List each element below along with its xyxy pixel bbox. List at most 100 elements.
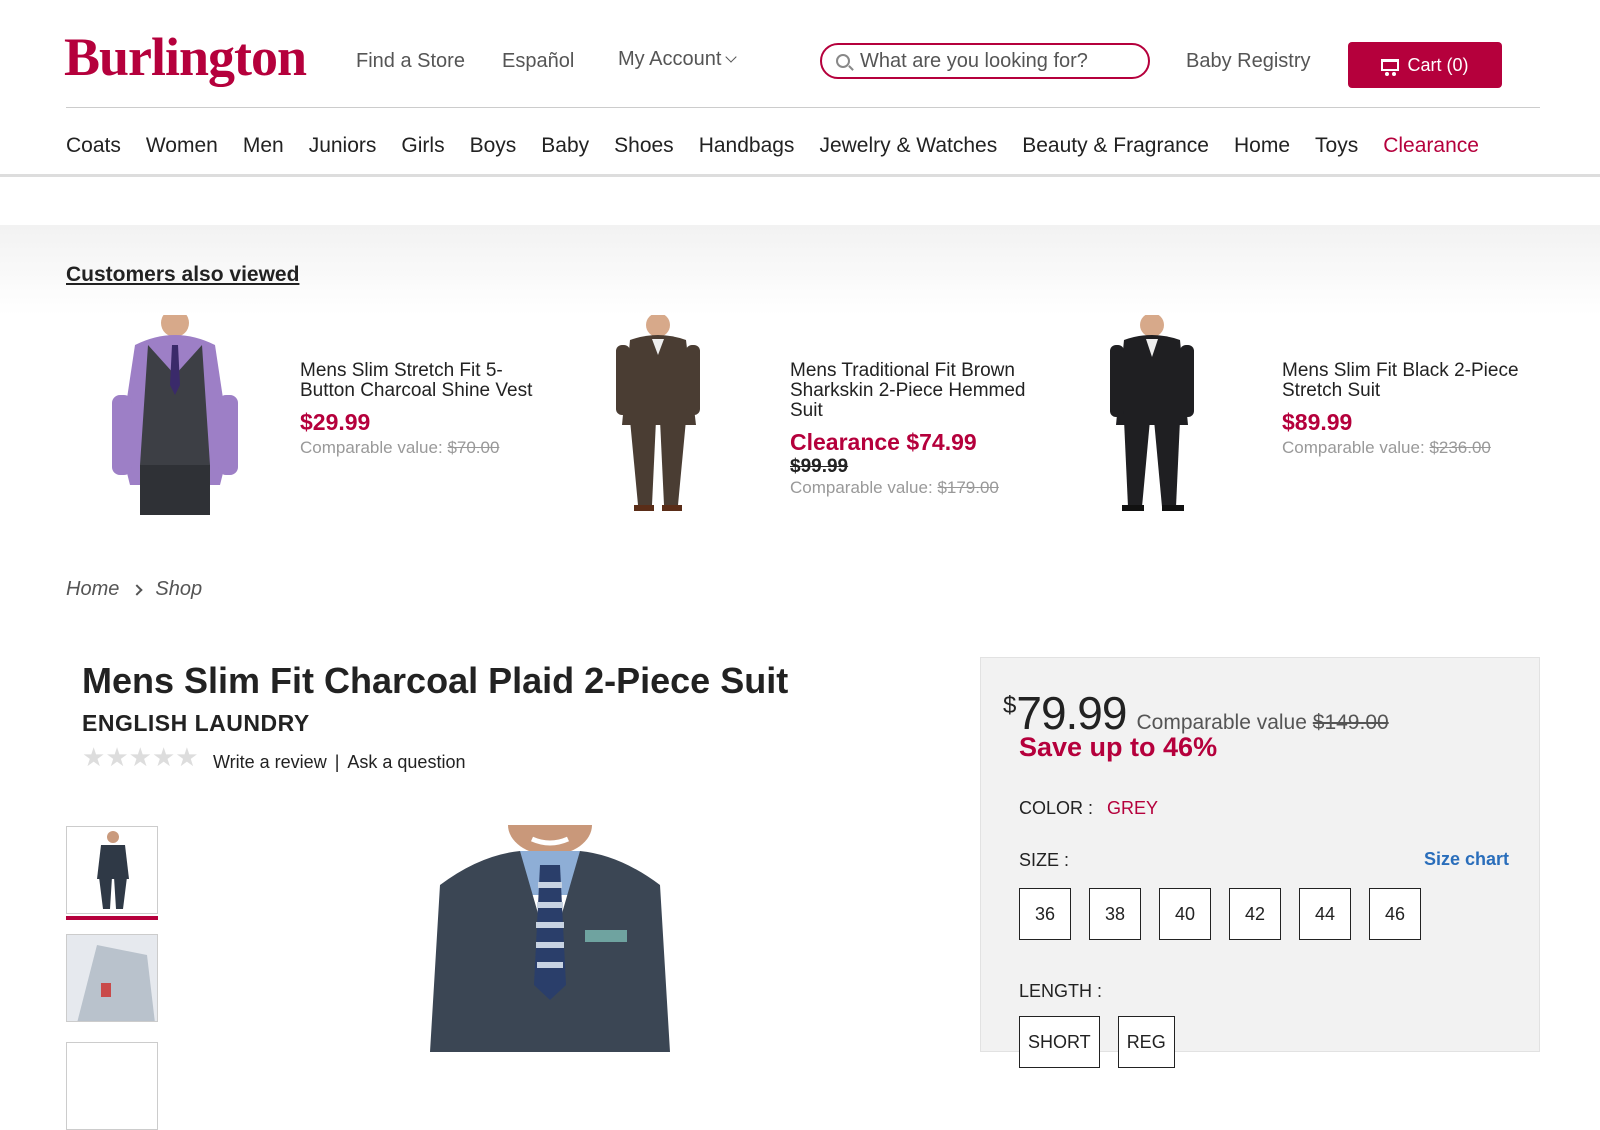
price-currency: $: [1003, 692, 1017, 719]
baby-registry-link[interactable]: Baby Registry: [1186, 50, 1311, 73]
star-icon: ★: [151, 742, 176, 772]
length-label: LENGTH :: [1019, 981, 1103, 1001]
color-value: GREY: [1107, 798, 1159, 818]
nav-item-coats[interactable]: Coats: [66, 134, 121, 158]
size-option-46[interactable]: 46: [1369, 888, 1421, 940]
save-percent: Save up to 46%: [1019, 732, 1218, 762]
ask-question-link[interactable]: Ask a question: [347, 752, 465, 773]
size-option-40[interactable]: 40: [1159, 888, 1211, 940]
breadcrumb-home[interactable]: Home: [66, 578, 119, 601]
breadcrumb-shop[interactable]: Shop: [155, 578, 202, 601]
search-input[interactable]: [860, 49, 1130, 73]
size-label: SIZE :: [1019, 850, 1070, 870]
site-header: Burlington Find a Store Español My Accou…: [0, 0, 1600, 177]
cart-icon: [1381, 59, 1400, 76]
active-thumbnail-indicator: [66, 916, 158, 920]
logo-text: Burlington: [64, 27, 307, 87]
nav-item-handbags[interactable]: Handbags: [699, 134, 795, 158]
nav-item-beauty-fragrance[interactable]: Beauty & Fragrance: [1022, 134, 1209, 158]
nav-item-home[interactable]: Home: [1234, 134, 1290, 158]
size-option-36[interactable]: 36: [1019, 888, 1071, 940]
write-review-link[interactable]: Write a review: [213, 752, 327, 773]
nav-item-men[interactable]: Men: [243, 134, 284, 158]
comparable-label: Comparable value:: [1282, 438, 1425, 457]
comparable-price: $70.00: [447, 438, 500, 457]
main-product-image[interactable]: [420, 825, 680, 1052]
my-account-menu[interactable]: My Account: [618, 48, 738, 71]
star-icon: ★: [175, 742, 199, 772]
also-viewed-info: Mens Slim Fit Black 2-Piece Stretch Suit…: [1282, 361, 1532, 458]
nav-item-boys[interactable]: Boys: [470, 134, 517, 158]
length-option-short[interactable]: SHORT: [1019, 1016, 1100, 1068]
also-viewed-info: Mens Traditional Fit Brown Sharkskin 2-P…: [790, 361, 1040, 498]
find-store-link[interactable]: Find a Store: [356, 50, 465, 73]
product-brand[interactable]: ENGLISH LAUNDRY: [82, 710, 310, 737]
nav-item-girls[interactable]: Girls: [401, 134, 444, 158]
espanol-link[interactable]: Español: [502, 50, 574, 73]
also-viewed-name[interactable]: Mens Slim Stretch Fit 5-Button Charcoal …: [300, 361, 550, 401]
review-links: Write a review | Ask a question: [213, 752, 465, 773]
also-viewed-name[interactable]: Mens Traditional Fit Brown Sharkskin 2-P…: [790, 361, 1040, 421]
main-nav: Coats Women Men Juniors Girls Boys Baby …: [66, 134, 1504, 158]
thumbnail-2[interactable]: [66, 934, 158, 1022]
thumbnail-1[interactable]: [66, 826, 158, 914]
header-divider: [66, 107, 1540, 108]
star-icon: ★: [82, 742, 106, 772]
nav-item-jewelry-watches[interactable]: Jewelry & Watches: [819, 134, 997, 158]
size-chart-link[interactable]: Size chart: [1424, 849, 1509, 870]
star-icon: ★: [128, 742, 152, 772]
size-option-38[interactable]: 38: [1089, 888, 1141, 940]
nav-item-shoes[interactable]: Shoes: [614, 134, 674, 158]
comparable-value: Comparable value: $236.00: [1282, 438, 1532, 458]
cart-button[interactable]: Cart (0): [1348, 42, 1502, 88]
buy-box: $ 79.99 Comparable value $149.00 Save up…: [980, 657, 1540, 1068]
comparable-value: Comparable value: $70.00: [300, 438, 550, 458]
thumbnail-image: [97, 831, 129, 909]
cart-label: Cart (0): [1407, 54, 1469, 75]
my-account-label: My Account: [618, 48, 722, 70]
product-image[interactable]: [590, 315, 740, 515]
comparable-label: Comparable value: [1136, 711, 1307, 734]
link-separator: |: [334, 752, 340, 772]
nav-item-women[interactable]: Women: [146, 134, 218, 158]
size-option-42[interactable]: 42: [1229, 888, 1281, 940]
also-viewed-price: Clearance $74.99: [790, 429, 977, 455]
rating-stars[interactable]: ★ ★ ★ ★ ★: [82, 744, 199, 770]
chevron-right-icon: [131, 583, 144, 596]
product-title: Mens Slim Fit Charcoal Plaid 2-Piece Sui…: [82, 660, 789, 701]
nav-item-juniors[interactable]: Juniors: [309, 134, 377, 158]
search-box: [820, 43, 1150, 79]
comparable-price: $179.00: [937, 478, 999, 497]
also-viewed-price: $89.99: [1282, 409, 1353, 435]
product-image[interactable]: [1082, 315, 1232, 515]
comparable-label: Comparable value:: [300, 438, 443, 457]
nav-item-toys[interactable]: Toys: [1315, 134, 1358, 158]
was-price: $99.99: [790, 456, 849, 477]
comparable-label: Comparable value:: [790, 478, 933, 497]
also-viewed-price: $29.99: [300, 409, 371, 435]
nav-item-baby[interactable]: Baby: [541, 134, 589, 158]
comparable-price: $236.00: [1429, 438, 1491, 457]
thumbnail-image: [67, 935, 157, 1021]
size-options: 36 38 40 42 44 46: [1019, 888, 1421, 940]
length-option-reg[interactable]: REG: [1117, 1016, 1175, 1068]
search-icon[interactable]: [836, 54, 850, 68]
size-option-44[interactable]: 44: [1299, 888, 1351, 940]
breadcrumb: Home Shop: [66, 578, 202, 601]
nav-divider: [0, 174, 1600, 177]
comparable-value: Comparable value: $179.00: [790, 478, 1040, 498]
also-viewed-info: Mens Slim Stretch Fit 5-Button Charcoal …: [300, 361, 550, 458]
length-options: SHORT REG: [1019, 1016, 1175, 1068]
color-label: COLOR :: [1019, 798, 1094, 818]
product-image[interactable]: [100, 315, 250, 515]
thumbnail-3[interactable]: [66, 1042, 158, 1130]
burlington-logo[interactable]: Burlington: [64, 22, 307, 92]
customers-also-viewed: Customers also viewed Mens Slim Stretch …: [0, 225, 1600, 545]
nav-item-clearance[interactable]: Clearance: [1383, 134, 1479, 158]
also-viewed-name[interactable]: Mens Slim Fit Black 2-Piece Stretch Suit: [1282, 361, 1532, 401]
color-row: COLOR : GREY: [1019, 798, 1158, 819]
also-viewed-title: Customers also viewed: [66, 263, 300, 286]
star-icon: ★: [105, 742, 129, 772]
chevron-down-icon: [725, 51, 738, 63]
comparable-price: $149.00: [1312, 711, 1389, 734]
